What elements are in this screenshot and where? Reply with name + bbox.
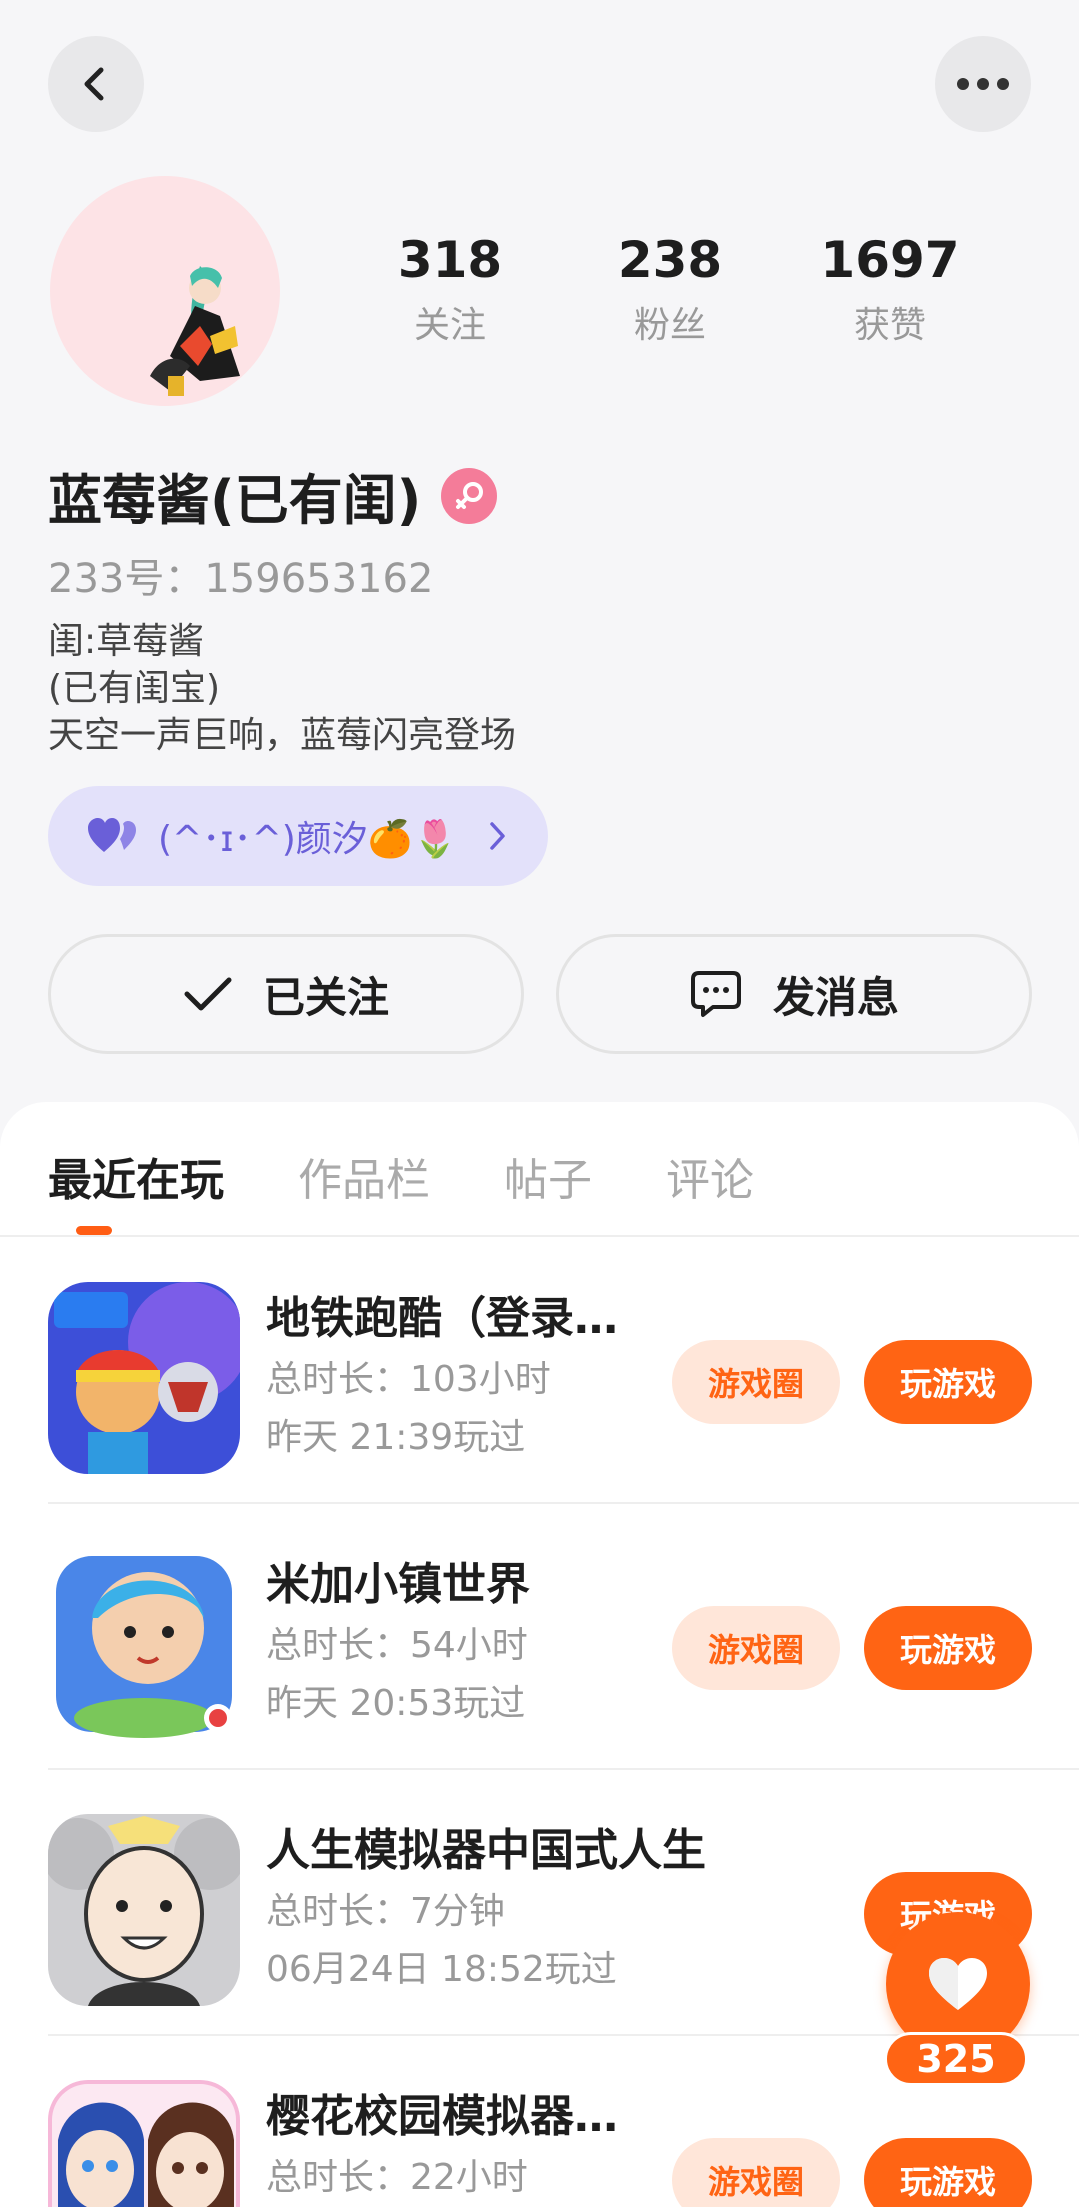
game-icon-sakura-school	[48, 2080, 240, 2207]
user-id: 233号：159653162	[48, 556, 434, 602]
game-duration: 总时长：54小时	[266, 1625, 528, 1666]
game-circle-button[interactable]: 游戏圈	[672, 2138, 840, 2207]
stat-label: 获赞	[853, 305, 926, 346]
stat-value: 1697	[820, 231, 960, 289]
tab-comments[interactable]: 评论	[666, 1144, 754, 1206]
followed-button[interactable]: 已关注	[48, 934, 524, 1054]
heart-icon	[929, 1958, 987, 2010]
game-circle-button[interactable]: 游戏圈	[672, 1606, 840, 1690]
user-bio: 闺:草莓酱 (已有闺宝) 天空一声巨响，蓝莓闪亮登场	[48, 618, 516, 759]
double-heart-icon	[88, 818, 136, 852]
bio-line: 天空一声巨响，蓝莓闪亮登场	[48, 715, 517, 756]
tab-posts[interactable]: 帖子	[504, 1144, 592, 1206]
active-tab-indicator	[76, 1226, 112, 1235]
game-list-item[interactable]: 地铁跑酷（登录… 总时长：103小时 昨天 21:39玩过 游戏圈 玩游戏	[48, 1238, 1079, 1504]
more-options-button[interactable]	[935, 36, 1031, 132]
bio-line: (已有闺宝)	[48, 668, 221, 709]
check-icon	[184, 977, 232, 1011]
tab-recently-played[interactable]: 最近在玩	[48, 1144, 224, 1206]
bio-line: 闺:草莓酱	[48, 621, 205, 662]
like-fab[interactable]: 325	[884, 1912, 1030, 2088]
game-icon-miga-town	[48, 1548, 240, 1740]
followed-label: 已关注	[262, 972, 389, 1022]
game-title: 地铁跑酷（登录…	[266, 1293, 618, 1344]
user-name: 蓝莓酱(已有闺)	[48, 469, 422, 532]
tab-divider	[0, 1235, 1079, 1237]
female-gender-icon	[441, 467, 498, 524]
avatar-character-image	[150, 266, 240, 396]
stat-value: 238	[617, 231, 723, 289]
game-title: 樱花校园模拟器…	[266, 2091, 618, 2142]
tab-works[interactable]: 作品栏	[298, 1144, 430, 1206]
game-list-item[interactable]: 米加小镇世界 总时长：54小时 昨天 20:53玩过 游戏圈 玩游戏	[48, 1504, 1079, 1770]
game-title: 米加小镇世界	[266, 1559, 530, 1610]
play-game-button[interactable]: 玩游戏	[864, 1340, 1032, 1424]
game-duration: 总时长：22小时	[266, 2157, 528, 2198]
stat-following[interactable]: 318 关注	[340, 230, 560, 360]
name-row: 蓝莓酱(已有闺)	[48, 456, 498, 535]
play-game-button[interactable]: 玩游戏	[864, 2138, 1032, 2207]
send-message-label: 发消息	[772, 972, 899, 1022]
chevron-right-icon	[490, 822, 505, 850]
play-game-button[interactable]: 玩游戏	[864, 1606, 1032, 1690]
game-duration: 总时长：7分钟	[266, 1891, 505, 1932]
game-last-played: 06月24日 18:52玩过	[266, 1949, 617, 1990]
profile-stats: 318 关注 238 粉丝 1697 获赞	[340, 230, 1000, 360]
game-last-played: 昨天 21:39玩过	[266, 1417, 526, 1458]
stat-likes[interactable]: 1697 获赞	[780, 230, 1000, 360]
stat-value: 318	[397, 231, 503, 289]
game-duration: 总时长：103小时	[266, 1359, 551, 1400]
like-count: 325	[884, 2032, 1028, 2086]
relation-badge[interactable]: (^･ɪ･^)颜汐🍊🌷	[48, 786, 548, 886]
relation-text: (^･ɪ･^)颜汐🍊🌷	[158, 819, 458, 860]
back-button[interactable]	[48, 36, 144, 132]
more-dots-icon	[957, 78, 1009, 90]
send-message-button[interactable]: 发消息	[556, 934, 1032, 1054]
game-icon-life-simulator	[48, 1814, 240, 2006]
game-last-played: 昨天 20:53玩过	[266, 1683, 526, 1724]
stat-label: 粉丝	[633, 305, 706, 346]
top-bar	[48, 36, 1031, 132]
chevron-left-icon	[84, 67, 104, 101]
game-circle-button[interactable]: 游戏圈	[672, 1340, 840, 1424]
profile-tabs: 最近在玩 作品栏 帖子 评论	[48, 1144, 828, 1206]
game-title: 人生模拟器中国式人生	[266, 1825, 706, 1876]
stat-label: 关注	[413, 305, 486, 346]
game-icon-subway-surfers	[48, 1282, 240, 1474]
chat-bubble-icon	[690, 971, 741, 1017]
avatar[interactable]	[50, 176, 280, 406]
stat-followers[interactable]: 238 粉丝	[560, 230, 780, 360]
